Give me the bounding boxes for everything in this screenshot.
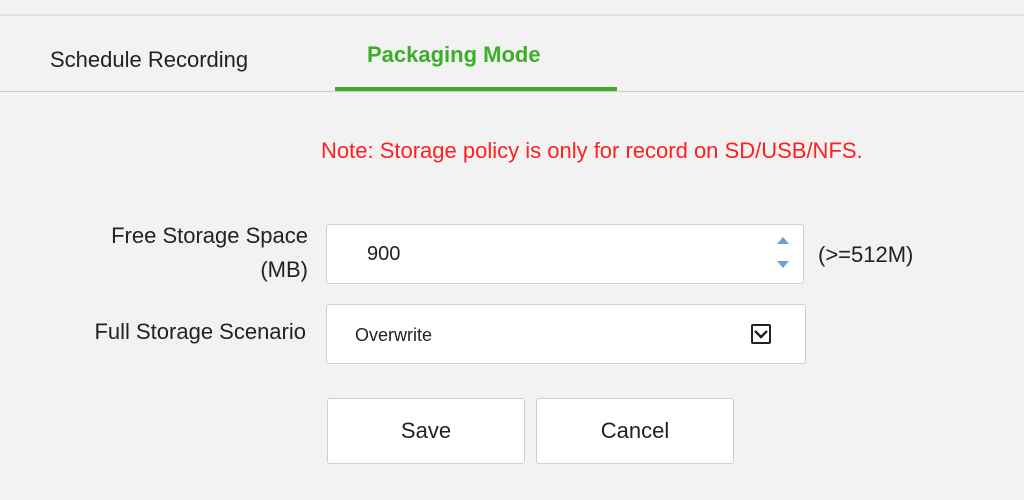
top-divider bbox=[0, 14, 1024, 16]
spinner-up-icon[interactable] bbox=[777, 237, 789, 244]
spinner-down-icon[interactable] bbox=[777, 261, 789, 268]
free-storage-hint: (>=512M) bbox=[818, 242, 914, 267]
save-button[interactable]: Save bbox=[327, 398, 525, 464]
free-storage-input[interactable]: 900 bbox=[326, 224, 804, 284]
free-storage-label-line2: (MB) bbox=[260, 257, 308, 282]
tab-bar-divider bbox=[0, 91, 1024, 92]
storage-policy-note: Note: Storage policy is only for record … bbox=[321, 138, 863, 163]
packaging-mode-page: Schedule Recording Packaging Mode Note: … bbox=[0, 0, 1024, 500]
full-storage-select[interactable]: Overwrite bbox=[326, 304, 806, 364]
free-storage-value[interactable]: 900 bbox=[367, 243, 400, 266]
free-storage-label-line1: Free Storage Space bbox=[111, 223, 308, 248]
full-storage-label: Full Storage Scenario bbox=[94, 319, 306, 344]
tab-packaging-mode[interactable]: Packaging Mode bbox=[367, 42, 541, 68]
full-storage-selected-value[interactable]: Overwrite bbox=[355, 325, 432, 346]
free-storage-label: Free Storage Space (MB) bbox=[20, 219, 308, 287]
cancel-button[interactable]: Cancel bbox=[536, 398, 734, 464]
tab-schedule-recording[interactable]: Schedule Recording bbox=[50, 47, 248, 73]
chevron-down-icon[interactable] bbox=[751, 324, 771, 344]
